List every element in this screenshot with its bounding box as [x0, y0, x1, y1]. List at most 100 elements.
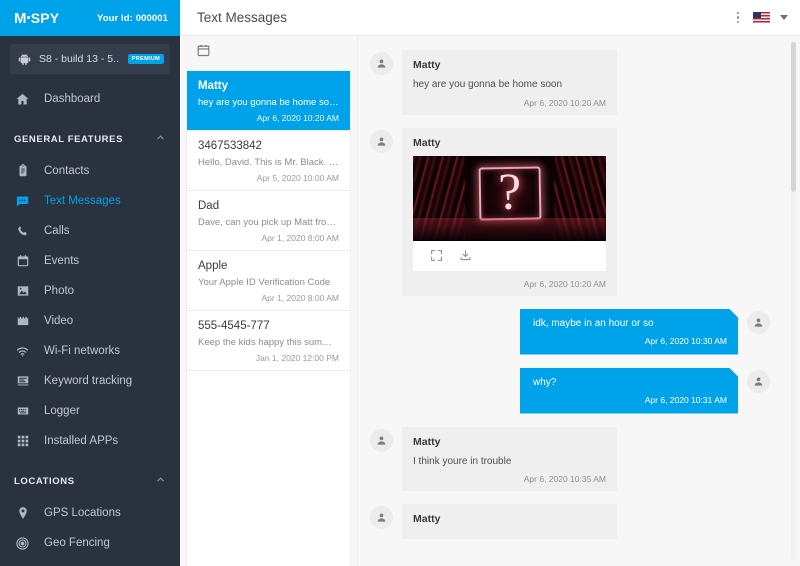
avatar	[370, 429, 393, 452]
section-title: GENERAL FEATURES	[14, 134, 123, 145]
conversation-name: Dad	[198, 200, 339, 212]
download-icon[interactable]	[459, 249, 472, 262]
conversation-list: Matty hey are you gonna be home soon Apr…	[186, 70, 351, 566]
sidebar-item-label: Dashboard	[44, 93, 100, 105]
sidebar-item-label: Contacts	[44, 165, 89, 177]
chevron-up-icon	[155, 132, 166, 146]
conversation-time: Apr 1, 2020 8:00 AM	[198, 293, 339, 303]
conversation-preview: Hello, David. This is Mr. Black. I've no…	[198, 157, 339, 168]
sidebar-item-label: GPS Locations	[44, 507, 121, 519]
logo-dot-icon	[27, 16, 30, 19]
message-timestamp: Apr 6, 2020 10:35 AM	[413, 474, 606, 484]
sidebar-item-dashboard[interactable]: Dashboard	[0, 84, 180, 114]
device-selector[interactable]: S8 - build 13 - 5... PREMIUM	[10, 44, 170, 74]
logo-spy-text: SPY	[31, 10, 60, 26]
image-floor-reflection	[413, 218, 606, 240]
sidebar-section-locations[interactable]: LOCATIONS	[0, 464, 180, 498]
media-actions	[413, 241, 606, 271]
message-body: hey are you gonna be home soon	[413, 78, 606, 92]
message-row: Matty I think youre in trouble Apr 6, 20…	[370, 427, 770, 492]
calendar-icon	[14, 253, 31, 270]
thread-scrollbar-thumb[interactable]	[791, 42, 796, 192]
thread-scrollbar[interactable]	[791, 42, 796, 560]
conversation-item[interactable]: Apple Your Apple ID Verification Code Ap…	[187, 251, 350, 311]
sidebar-item-logger[interactable]: Logger	[0, 396, 180, 426]
device-name-label: S8 - build 13 - 5...	[39, 53, 120, 65]
sidebar-item-label: Geo Fencing	[44, 537, 110, 549]
message-bubble-outgoing: why? Apr 6, 2020 10:31 AM	[520, 368, 738, 414]
message-row: Matty	[370, 504, 770, 539]
message-bubble-incoming: Matty I think youre in trouble Apr 6, 20…	[402, 427, 617, 492]
conversation-toolbar	[180, 36, 357, 70]
sidebar-item-gps-locations[interactable]: GPS Locations	[0, 498, 180, 528]
sidebar-item-keyword-tracking[interactable]: Keyword tracking	[0, 366, 180, 396]
message-timestamp: Apr 6, 2020 10:20 AM	[413, 279, 606, 289]
more-vertical-icon[interactable]	[733, 9, 744, 27]
sidebar-item-label: Photo	[44, 285, 74, 297]
sidebar-item-contacts[interactable]: Contacts	[0, 156, 180, 186]
top-bar: Text Messages	[180, 0, 800, 36]
sidebar-item-events[interactable]: Events	[0, 246, 180, 276]
message-bubble-incoming-image: Matty ?	[402, 128, 617, 296]
sidebar-item-video[interactable]: Video	[0, 306, 180, 336]
conversation-item[interactable]: 3467533842 Hello, David. This is Mr. Bla…	[187, 131, 350, 191]
keyboard-icon	[14, 403, 31, 420]
message-row: Matty hey are you gonna be home soon Apr…	[370, 50, 770, 115]
media-attachment[interactable]: ?	[413, 156, 606, 271]
expand-icon[interactable]	[430, 249, 443, 262]
message-timestamp: Apr 6, 2020 10:20 AM	[413, 98, 606, 108]
conversation-preview: hey are you gonna be home soon	[198, 97, 339, 108]
sidebar-item-calls[interactable]: Calls	[0, 216, 180, 246]
message-body: why?	[533, 377, 727, 388]
sidebar-item-geo-fencing[interactable]: Geo Fencing	[0, 528, 180, 558]
sidebar-item-label: Logger	[44, 405, 80, 417]
message-list: Matty hey are you gonna be home soon Apr…	[358, 36, 800, 549]
sidebar-item-installed-apps[interactable]: Installed APPs	[0, 426, 180, 456]
wifi-icon	[14, 343, 31, 360]
premium-badge: PREMIUM	[128, 54, 164, 64]
sidebar-section-general-features[interactable]: GENERAL FEATURES	[0, 122, 180, 156]
attachment-image[interactable]: ?	[413, 156, 606, 241]
message-sender: Matty	[413, 513, 606, 525]
conversation-name: Matty	[198, 80, 339, 92]
sidebar-item-label: Calls	[44, 225, 70, 237]
chevron-down-icon[interactable]	[780, 15, 788, 20]
sidebar-item-wifi-networks[interactable]: Wi-Fi networks	[0, 336, 180, 366]
avatar	[370, 130, 393, 153]
calendar-icon[interactable]	[196, 43, 211, 63]
conversation-preview: Keep the kids happy this summer with ...	[198, 337, 339, 348]
sidebar-item-photo[interactable]: Photo	[0, 276, 180, 306]
us-flag-icon[interactable]	[753, 12, 770, 23]
video-icon	[14, 313, 31, 330]
avatar	[747, 370, 770, 393]
message-row: why? Apr 6, 2020 10:31 AM	[370, 368, 770, 414]
logo-m-text: M	[14, 10, 27, 27]
conversation-name: 555-4545-777	[198, 320, 339, 332]
target-icon	[14, 535, 31, 552]
sidebar: MSPY Your Id: 000001 S8 - build 13 - 5..…	[0, 0, 180, 566]
conversation-item[interactable]: Dad Dave, can you pick up Matt from scho…	[187, 191, 350, 251]
sidebar-item-text-messages[interactable]: Text Messages	[0, 186, 180, 216]
conversation-time: Apr 5, 2020 10:00 AM	[198, 173, 339, 183]
conversation-time: Apr 1, 2020 8:00 AM	[198, 233, 339, 243]
image-question-mark: ?	[413, 167, 606, 219]
message-timestamp: Apr 6, 2020 10:30 AM	[533, 336, 727, 346]
message-sender: Matty	[413, 59, 606, 71]
page-title: Text Messages	[197, 10, 287, 25]
mspy-logo[interactable]: MSPY	[14, 10, 59, 27]
apps-grid-icon	[14, 433, 31, 450]
conversation-preview: Dave, can you pick up Matt from schoo...	[198, 217, 339, 228]
sidebar-item-label: Keyword tracking	[44, 375, 132, 387]
message-bubble-incoming: Matty hey are you gonna be home soon Apr…	[402, 50, 617, 115]
message-row: Matty ?	[370, 128, 770, 296]
section-title: LOCATIONS	[14, 476, 75, 487]
message-sender: Matty	[413, 436, 606, 448]
content-area: Matty hey are you gonna be home soon Apr…	[180, 36, 800, 566]
conversation-item[interactable]: 555-4545-777 Keep the kids happy this su…	[187, 311, 350, 371]
conversation-item[interactable]: Matty hey are you gonna be home soon Apr…	[187, 71, 350, 131]
conversation-preview: Your Apple ID Verification Code	[198, 277, 339, 288]
contacts-icon	[14, 163, 31, 180]
message-bubble-outgoing: idk, maybe in an hour or so Apr 6, 2020 …	[520, 309, 738, 355]
device-selector-wrap: S8 - build 13 - 5... PREMIUM	[0, 36, 180, 84]
sidebar-item-label: Installed APPs	[44, 435, 118, 447]
